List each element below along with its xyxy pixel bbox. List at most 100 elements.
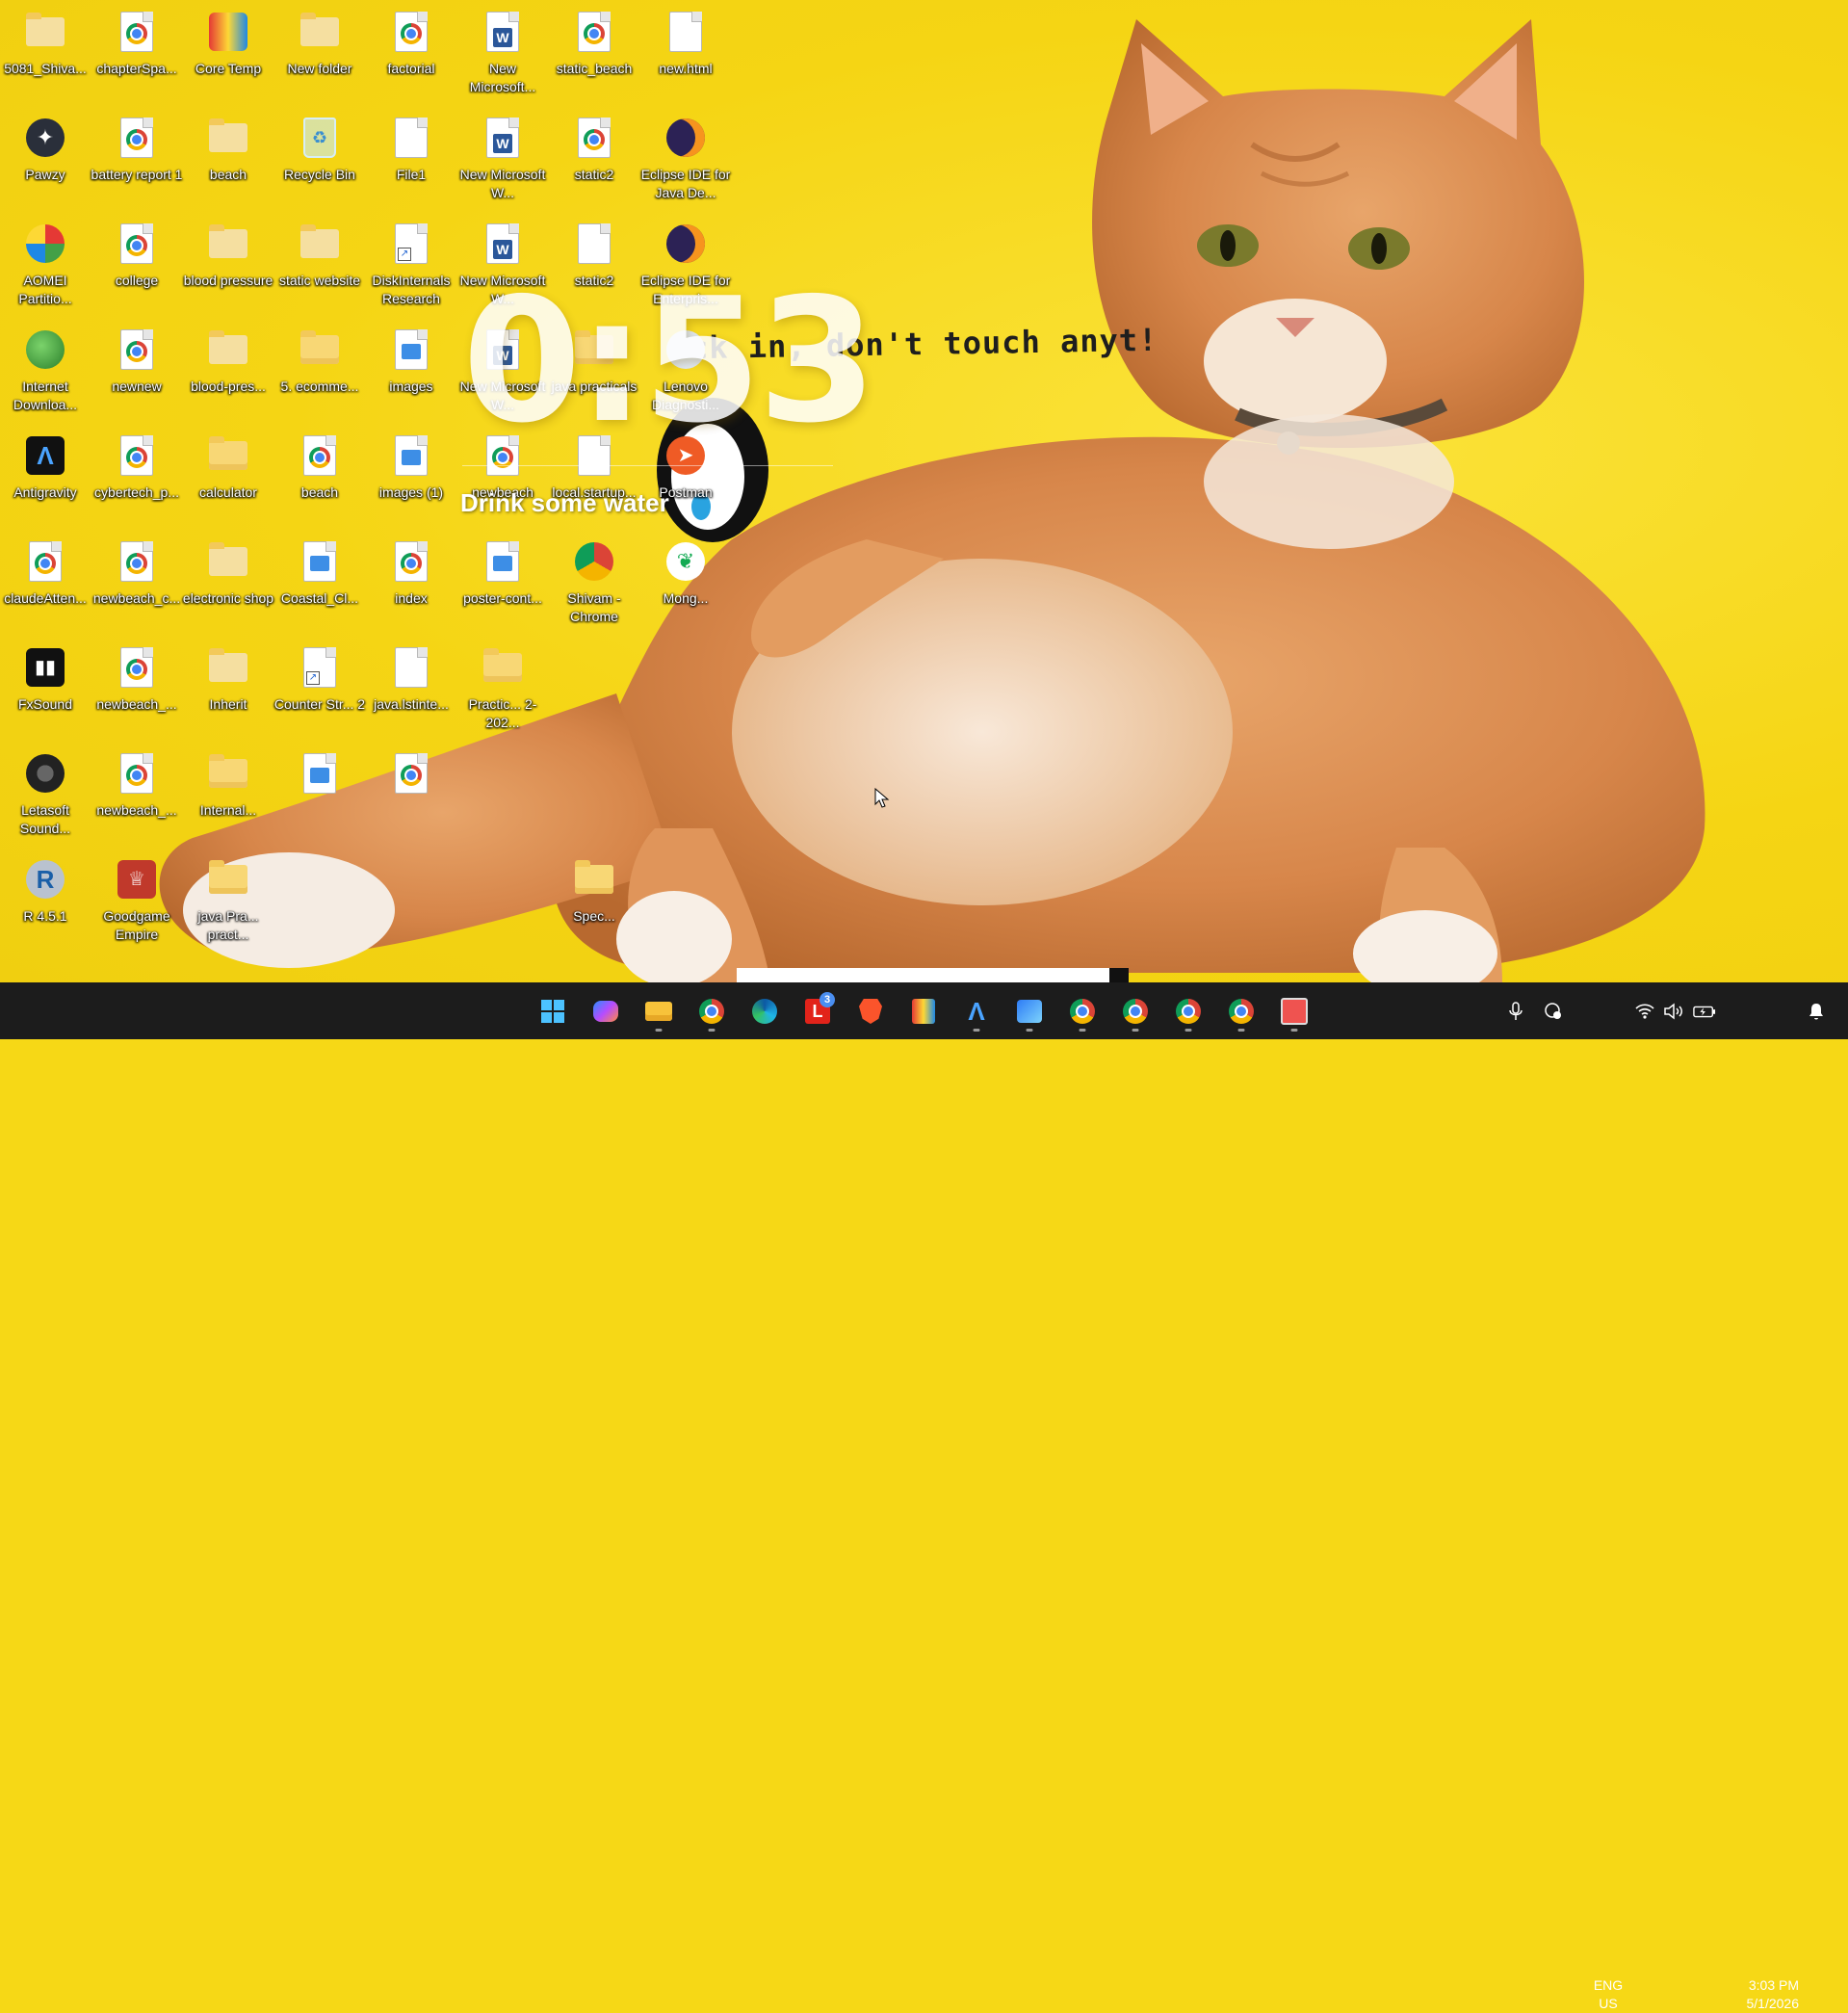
- shortcut-file-icon: ↗: [303, 647, 336, 688]
- taskbar-snipping-tool-button[interactable]: [1273, 990, 1315, 1033]
- taskbar-chrome-4-button[interactable]: [1220, 990, 1262, 1033]
- taskbar-file-explorer-button[interactable]: [638, 990, 680, 1033]
- desktop-icon[interactable]: Λ Antigravity: [2, 428, 89, 532]
- desktop-icon[interactable]: static2: [551, 110, 638, 214]
- desktop-icon[interactable]: index: [368, 534, 455, 638]
- desktop-icon[interactable]: static website: [276, 216, 363, 320]
- desktop-icon-label: cybertech_p...: [94, 484, 179, 500]
- taskbar-chrome-profile-button[interactable]: [690, 990, 733, 1033]
- desktop-icon[interactable]: blood pressure: [184, 216, 273, 320]
- notification-bell-icon[interactable]: [1805, 1000, 1828, 1023]
- desktop-icon-glyph: [206, 751, 250, 796]
- desktop-icon-label: R 4.5.1: [23, 908, 67, 924]
- desktop-icon[interactable]: ▮▮ FxSound: [2, 640, 89, 744]
- clock-area[interactable]: 3:03 PM 5/1/2026: [1733, 1976, 1800, 2013]
- desktop-icon[interactable]: claudeAtten...: [2, 534, 89, 638]
- desktop-icon[interactable]: cybertech_p...: [93, 428, 180, 532]
- desktop-icon[interactable]: W New Microsoft...: [459, 4, 546, 108]
- desktop-icon-glyph: [664, 10, 708, 54]
- desktop-icon[interactable]: Practic... 2-202...: [459, 640, 546, 744]
- desktop-icon[interactable]: Inherit: [185, 640, 272, 744]
- folder-icon: [300, 224, 339, 258]
- copilot-icon: [593, 1001, 618, 1022]
- desktop-icon[interactable]: New folder: [276, 4, 363, 108]
- desktop-icon-glyph: [298, 327, 342, 372]
- wifi-icon[interactable]: [1633, 1000, 1656, 1023]
- desktop-icon-label: New Microsoft...: [469, 61, 536, 94]
- taskbar-copilot-button[interactable]: [585, 990, 627, 1033]
- desktop-icon-glyph: [206, 222, 250, 266]
- taskbar-chrome-3-button[interactable]: [1167, 990, 1210, 1033]
- desktop-icon[interactable]: 5. ecomme...: [276, 322, 363, 426]
- desktop[interactable]: ck in, don't touch anyt! 5081_Shiva... ch…: [0, 0, 1848, 982]
- desktop-icon[interactable]: ✦ Pawzy: [2, 110, 89, 214]
- taskbar-chrome-2-button[interactable]: [1114, 990, 1157, 1033]
- taskbar-start-button[interactable]: [532, 990, 574, 1033]
- desktop-icon[interactable]: battery report 1: [91, 110, 182, 214]
- desktop-icon[interactable]: new.html: [642, 4, 729, 108]
- desktop-icon[interactable]: images (1): [368, 428, 455, 532]
- desktop-icon[interactable]: images: [368, 322, 455, 426]
- desktop-icon-glyph: ❦: [664, 539, 708, 584]
- desktop-icon-label: images: [389, 379, 433, 394]
- desktop-icon[interactable]: W New Microsoft W...: [459, 110, 546, 214]
- desktop-icon[interactable]: newbeach_c...: [93, 534, 180, 638]
- desktop-icon[interactable]: calculator: [185, 428, 272, 532]
- battery-icon[interactable]: [1693, 1000, 1716, 1023]
- taskbar-antigravity-button[interactable]: Λ: [955, 990, 998, 1033]
- taskbar-lenovo-button[interactable]: L3: [796, 990, 839, 1033]
- desktop-icon[interactable]: File1: [368, 110, 455, 214]
- desktop-icon[interactable]: AOMEI Partitio...: [2, 216, 89, 320]
- desktop-icon[interactable]: ↗ Counter Str... 2: [274, 640, 365, 744]
- desktop-icon[interactable]: R R 4.5.1: [2, 851, 89, 955]
- taskbar-core-temp-button[interactable]: [902, 990, 945, 1033]
- desktop-icon-label: 5081_Shiva...: [4, 61, 87, 76]
- desktop-icon[interactable]: Eclipse IDE for Java De...: [641, 110, 730, 214]
- desktop-icon-glyph: [23, 751, 67, 796]
- desktop-icon[interactable]: college: [93, 216, 180, 320]
- word-document-icon: W: [486, 118, 519, 158]
- desktop-icon[interactable]: Internal...: [185, 745, 272, 850]
- desktop-icon[interactable]: poster-cont...: [459, 534, 546, 638]
- taskbar-photos-button[interactable]: [1008, 990, 1051, 1033]
- desktop-icon[interactable]: ↗ DiskInternals Research: [368, 216, 455, 320]
- desktop-icon-label: newnew: [112, 379, 162, 394]
- desktop-icon[interactable]: chapterSpa...: [93, 4, 180, 108]
- desktop-icon[interactable]: Spec...: [551, 851, 638, 955]
- desktop-icon[interactable]: blood-pres...: [185, 322, 272, 426]
- desktop-icon[interactable]: newnew: [93, 322, 180, 426]
- desktop-icon[interactable]: ❦ Mong...: [642, 534, 729, 638]
- desktop-icon[interactable]: newbeach_...: [93, 745, 180, 850]
- desktop-icon[interactable]: ♻ Recycle Bin: [276, 110, 363, 214]
- desktop-icon[interactable]: Letasoft Sound...: [2, 745, 89, 850]
- desktop-icon[interactable]: newbeach_...: [93, 640, 180, 744]
- taskbar-edge-button[interactable]: [743, 990, 786, 1033]
- desktop-icon[interactable]: static_beach: [551, 4, 638, 108]
- desktop-icon[interactable]: beach: [276, 428, 363, 532]
- taskbar-brave-button[interactable]: [849, 990, 892, 1033]
- desktop-icon-label: Internet Downloa...: [13, 379, 78, 412]
- desktop-icon[interactable]: electronic shop: [182, 534, 274, 638]
- microphone-icon[interactable]: [1504, 1000, 1527, 1023]
- r-language-icon: R: [26, 860, 65, 899]
- desktop-icon[interactable]: Core Temp: [185, 4, 272, 108]
- desktop-icon-label: New Microsoft W...: [459, 167, 546, 200]
- desktop-icon[interactable]: [368, 745, 455, 850]
- desktop-icon-glyph: [389, 433, 433, 478]
- taskbar-chrome-button[interactable]: [1061, 990, 1104, 1033]
- desktop-icon[interactable]: ♕ Goodgame Empire: [93, 851, 180, 955]
- desktop-icon[interactable]: Shivam - Chrome: [551, 534, 638, 638]
- location-icon[interactable]: [1542, 1000, 1565, 1023]
- desktop-icon[interactable]: beach: [185, 110, 272, 214]
- language-indicator[interactable]: ENG US: [1587, 1976, 1629, 2013]
- desktop-icon[interactable]: [276, 745, 363, 850]
- desktop-icon-glyph: [206, 857, 250, 902]
- desktop-icon[interactable]: 5081_Shiva...: [2, 4, 89, 108]
- desktop-icon[interactable]: factorial: [368, 4, 455, 108]
- volume-icon[interactable]: [1662, 1000, 1685, 1023]
- desktop-icon[interactable]: Internet Downloa...: [2, 322, 89, 426]
- desktop-icon[interactable]: java Pra... pract...: [185, 851, 272, 955]
- desktop-icon[interactable]: java.lstinte...: [368, 640, 455, 744]
- desktop-icon-label: electronic shop: [182, 590, 274, 606]
- desktop-icon[interactable]: Coastal_Cl...: [276, 534, 363, 638]
